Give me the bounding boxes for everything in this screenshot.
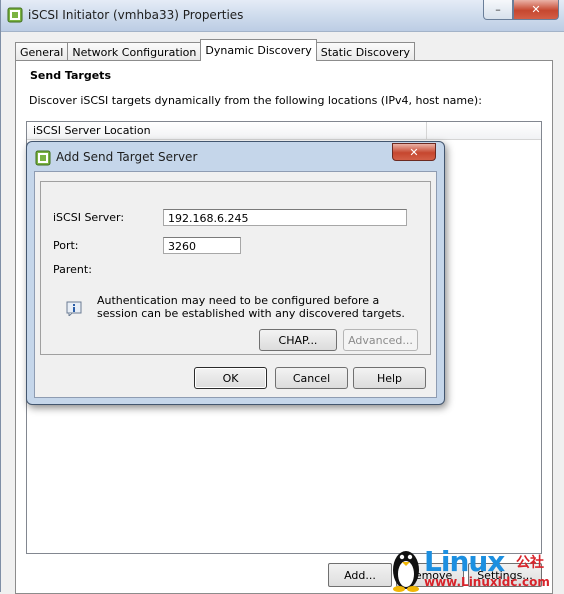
server-settings-group: iSCSI Server: 192.168.6.245 Port: 3260 P…	[40, 181, 431, 355]
iscsi-server-input[interactable]: 192.168.6.245	[163, 209, 407, 226]
watermark-brand: Linux	[424, 545, 505, 578]
dialog-titlebar[interactable]: Add Send Target Server ✕	[27, 142, 444, 172]
list-header: iSCSI Server Location	[27, 122, 541, 140]
tab-dynamic-discovery[interactable]: Dynamic Discovery	[200, 39, 317, 61]
column-header-server-location[interactable]: iSCSI Server Location	[27, 122, 427, 139]
cancel-button[interactable]: Cancel	[275, 367, 348, 389]
chap-button[interactable]: CHAP...	[259, 329, 337, 351]
tab-bar: General Network Configuration Dynamic Di…	[15, 39, 416, 61]
send-targets-description: Discover iSCSI targets dynamically from …	[29, 94, 482, 107]
add-send-target-dialog: Add Send Target Server ✕ iSCSI Server: 1…	[26, 141, 445, 405]
authentication-info-text: Authentication may need to be configured…	[97, 294, 405, 320]
port-input[interactable]: 3260	[163, 237, 241, 254]
port-label: Port:	[53, 239, 79, 252]
advanced-button[interactable]: Advanced...	[343, 329, 418, 351]
minimize-icon: –	[495, 3, 501, 16]
dialog-body: iSCSI Server: 192.168.6.245 Port: 3260 P…	[34, 171, 437, 398]
tab-network-configuration[interactable]: Network Configuration	[67, 42, 202, 61]
window-close-button[interactable]: ✕	[513, 0, 559, 20]
watermark-url: www.Linuxidc.com	[424, 575, 550, 589]
dialog-close-button[interactable]: ✕	[392, 143, 436, 161]
close-icon: ✕	[409, 145, 419, 159]
ok-button[interactable]: OK	[194, 367, 267, 389]
close-icon: ✕	[531, 3, 541, 16]
parent-label: Parent:	[53, 263, 92, 276]
send-targets-heading: Send Targets	[30, 69, 111, 82]
tab-static-discovery[interactable]: Static Discovery	[315, 42, 416, 61]
vmware-app-icon	[7, 7, 23, 23]
watermark-brand-cn: 公社	[516, 555, 544, 571]
tab-general[interactable]: General	[15, 42, 69, 61]
info-icon	[66, 301, 82, 316]
window-title: iSCSI Initiator (vmhba33) Properties	[28, 8, 244, 22]
minimize-button[interactable]: –	[483, 0, 513, 20]
help-button[interactable]: Help	[353, 367, 426, 389]
iscsi-server-label: iSCSI Server:	[53, 211, 125, 224]
add-button[interactable]: Add...	[328, 563, 392, 587]
vmware-dialog-icon	[35, 150, 51, 166]
dialog-title: Add Send Target Server	[56, 150, 198, 164]
window-titlebar[interactable]: iSCSI Initiator (vmhba33) Properties – ✕	[1, 0, 564, 32]
